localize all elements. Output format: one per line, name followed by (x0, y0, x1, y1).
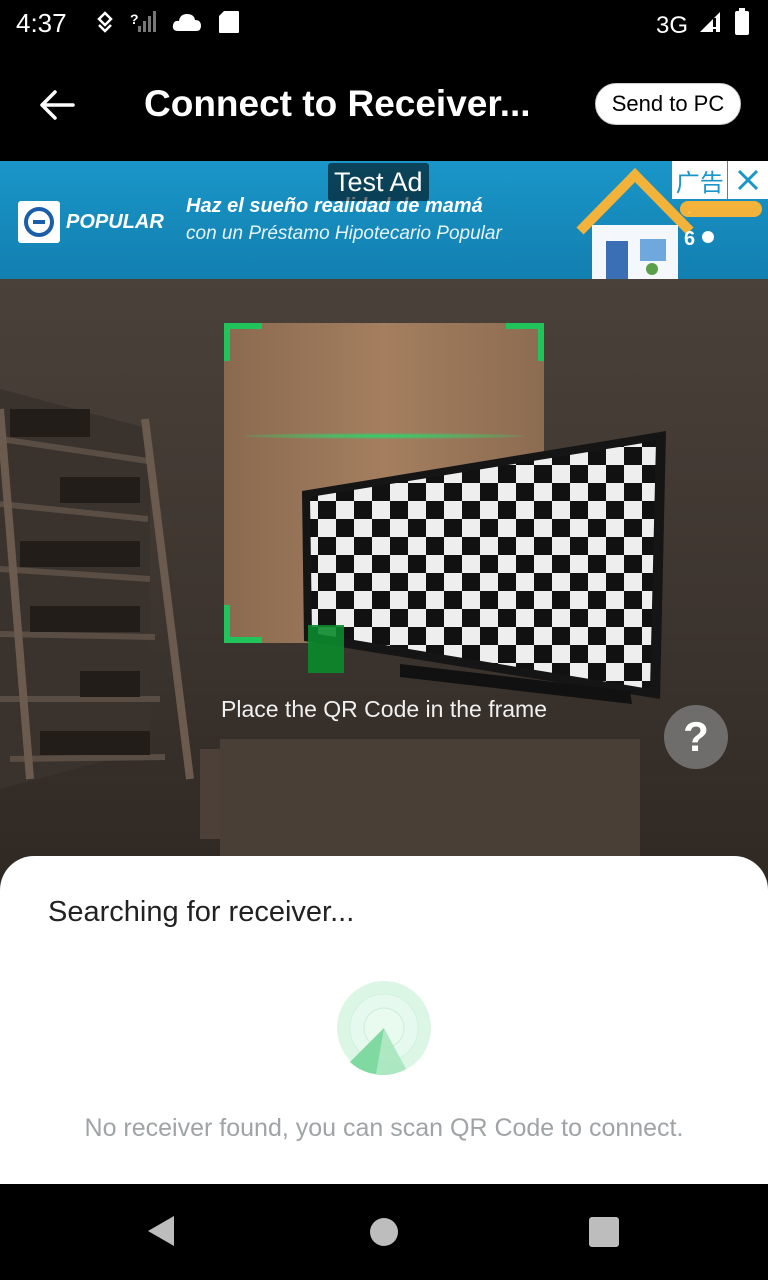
network-type: 3G (655, 11, 688, 39)
radar-icon (337, 981, 431, 1076)
status-bar: 4:37 ? 3G (0, 0, 768, 50)
battery-icon (734, 8, 750, 43)
camera-preview: Place the QR Code in the frame ? (0, 279, 768, 889)
status-time: 4:37 (16, 8, 67, 38)
ad-subheadline: con un Préstamo Hipotecario Popular (186, 223, 502, 244)
ad-logo: POPULAR (18, 201, 164, 243)
frame-corner (224, 605, 262, 643)
svg-text:6: 6 (684, 228, 695, 250)
close-icon[interactable] (728, 161, 768, 199)
page-title: Connect to Receiver... (144, 83, 531, 124)
nav-recents-icon[interactable] (589, 1217, 619, 1247)
scan-hint: Place the QR Code in the frame (221, 696, 547, 722)
sd-card-icon (218, 10, 240, 39)
ad-brand: POPULAR (66, 210, 164, 233)
frame-corner (506, 323, 544, 361)
back-button[interactable] (30, 80, 84, 130)
test-ad-label: Test Ad (328, 163, 429, 201)
help-button[interactable]: ? (664, 705, 728, 769)
location-icon (96, 11, 114, 38)
search-sheet: Searching for receiver... No receiver fo… (0, 856, 768, 1184)
popular-logo-icon (18, 201, 60, 243)
send-to-pc-button[interactable]: Send to PC (595, 83, 741, 125)
no-receiver-message: No receiver found, you can scan QR Code … (84, 1114, 684, 1142)
ad-banner[interactable]: POPULAR Haz el sueño realidad de mamá co… (0, 161, 768, 279)
navigation-bar (0, 1184, 768, 1280)
no-signal-icon: ? (130, 10, 156, 39)
svg-text:.: . (688, 205, 691, 215)
cloud-icon (172, 11, 202, 38)
svg-text:?: ? (130, 11, 139, 27)
frame-corner (224, 323, 262, 361)
ad-choices-label[interactable]: 广告 (672, 161, 729, 199)
arrow-left-icon (40, 90, 75, 120)
signal-icon (698, 10, 724, 41)
tv-illustration-icon (302, 431, 666, 704)
ad-close-button[interactable]: 广告 (672, 161, 768, 199)
tv-stand (220, 739, 640, 859)
nav-back-icon[interactable] (146, 1214, 176, 1248)
nav-home-icon[interactable] (369, 1217, 399, 1247)
sheet-title: Searching for receiver... (48, 896, 355, 928)
app-bar: Connect to Receiver... Send to PC (0, 50, 768, 160)
